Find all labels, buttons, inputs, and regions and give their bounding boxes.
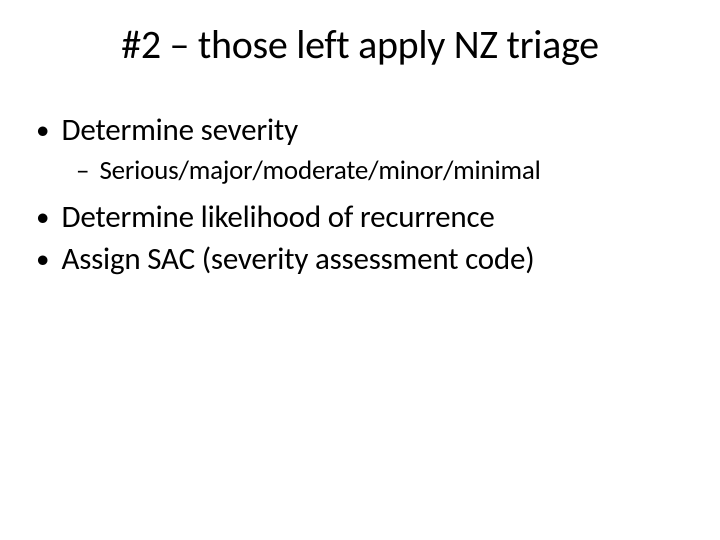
slide: #2 – those left apply NZ triage • Determ… xyxy=(0,0,720,540)
slide-title: #2 – those left apply NZ triage xyxy=(0,20,720,69)
bullet-dot-icon: • xyxy=(36,200,49,236)
bullet-dot-icon: • xyxy=(36,113,49,149)
bullet-item: • Determine severity xyxy=(36,111,720,150)
bullet-item: • Determine likelihood of recurrence xyxy=(36,198,720,237)
bullet-text: Serious/major/moderate/minor/minimal xyxy=(99,154,540,188)
bullet-text: Determine severity xyxy=(61,111,297,150)
bullet-item: – Serious/major/moderate/minor/minimal xyxy=(76,154,720,188)
bullet-dot-icon: • xyxy=(36,242,49,278)
bullet-item: • Assign SAC (severity assessment code) xyxy=(36,240,720,279)
bullet-dash-icon: – xyxy=(76,154,89,188)
bullet-text: Determine likelihood of recurrence xyxy=(61,198,494,237)
bullet-text: Assign SAC (severity assessment code) xyxy=(61,240,534,279)
slide-content: • Determine severity – Serious/major/mod… xyxy=(0,111,720,279)
